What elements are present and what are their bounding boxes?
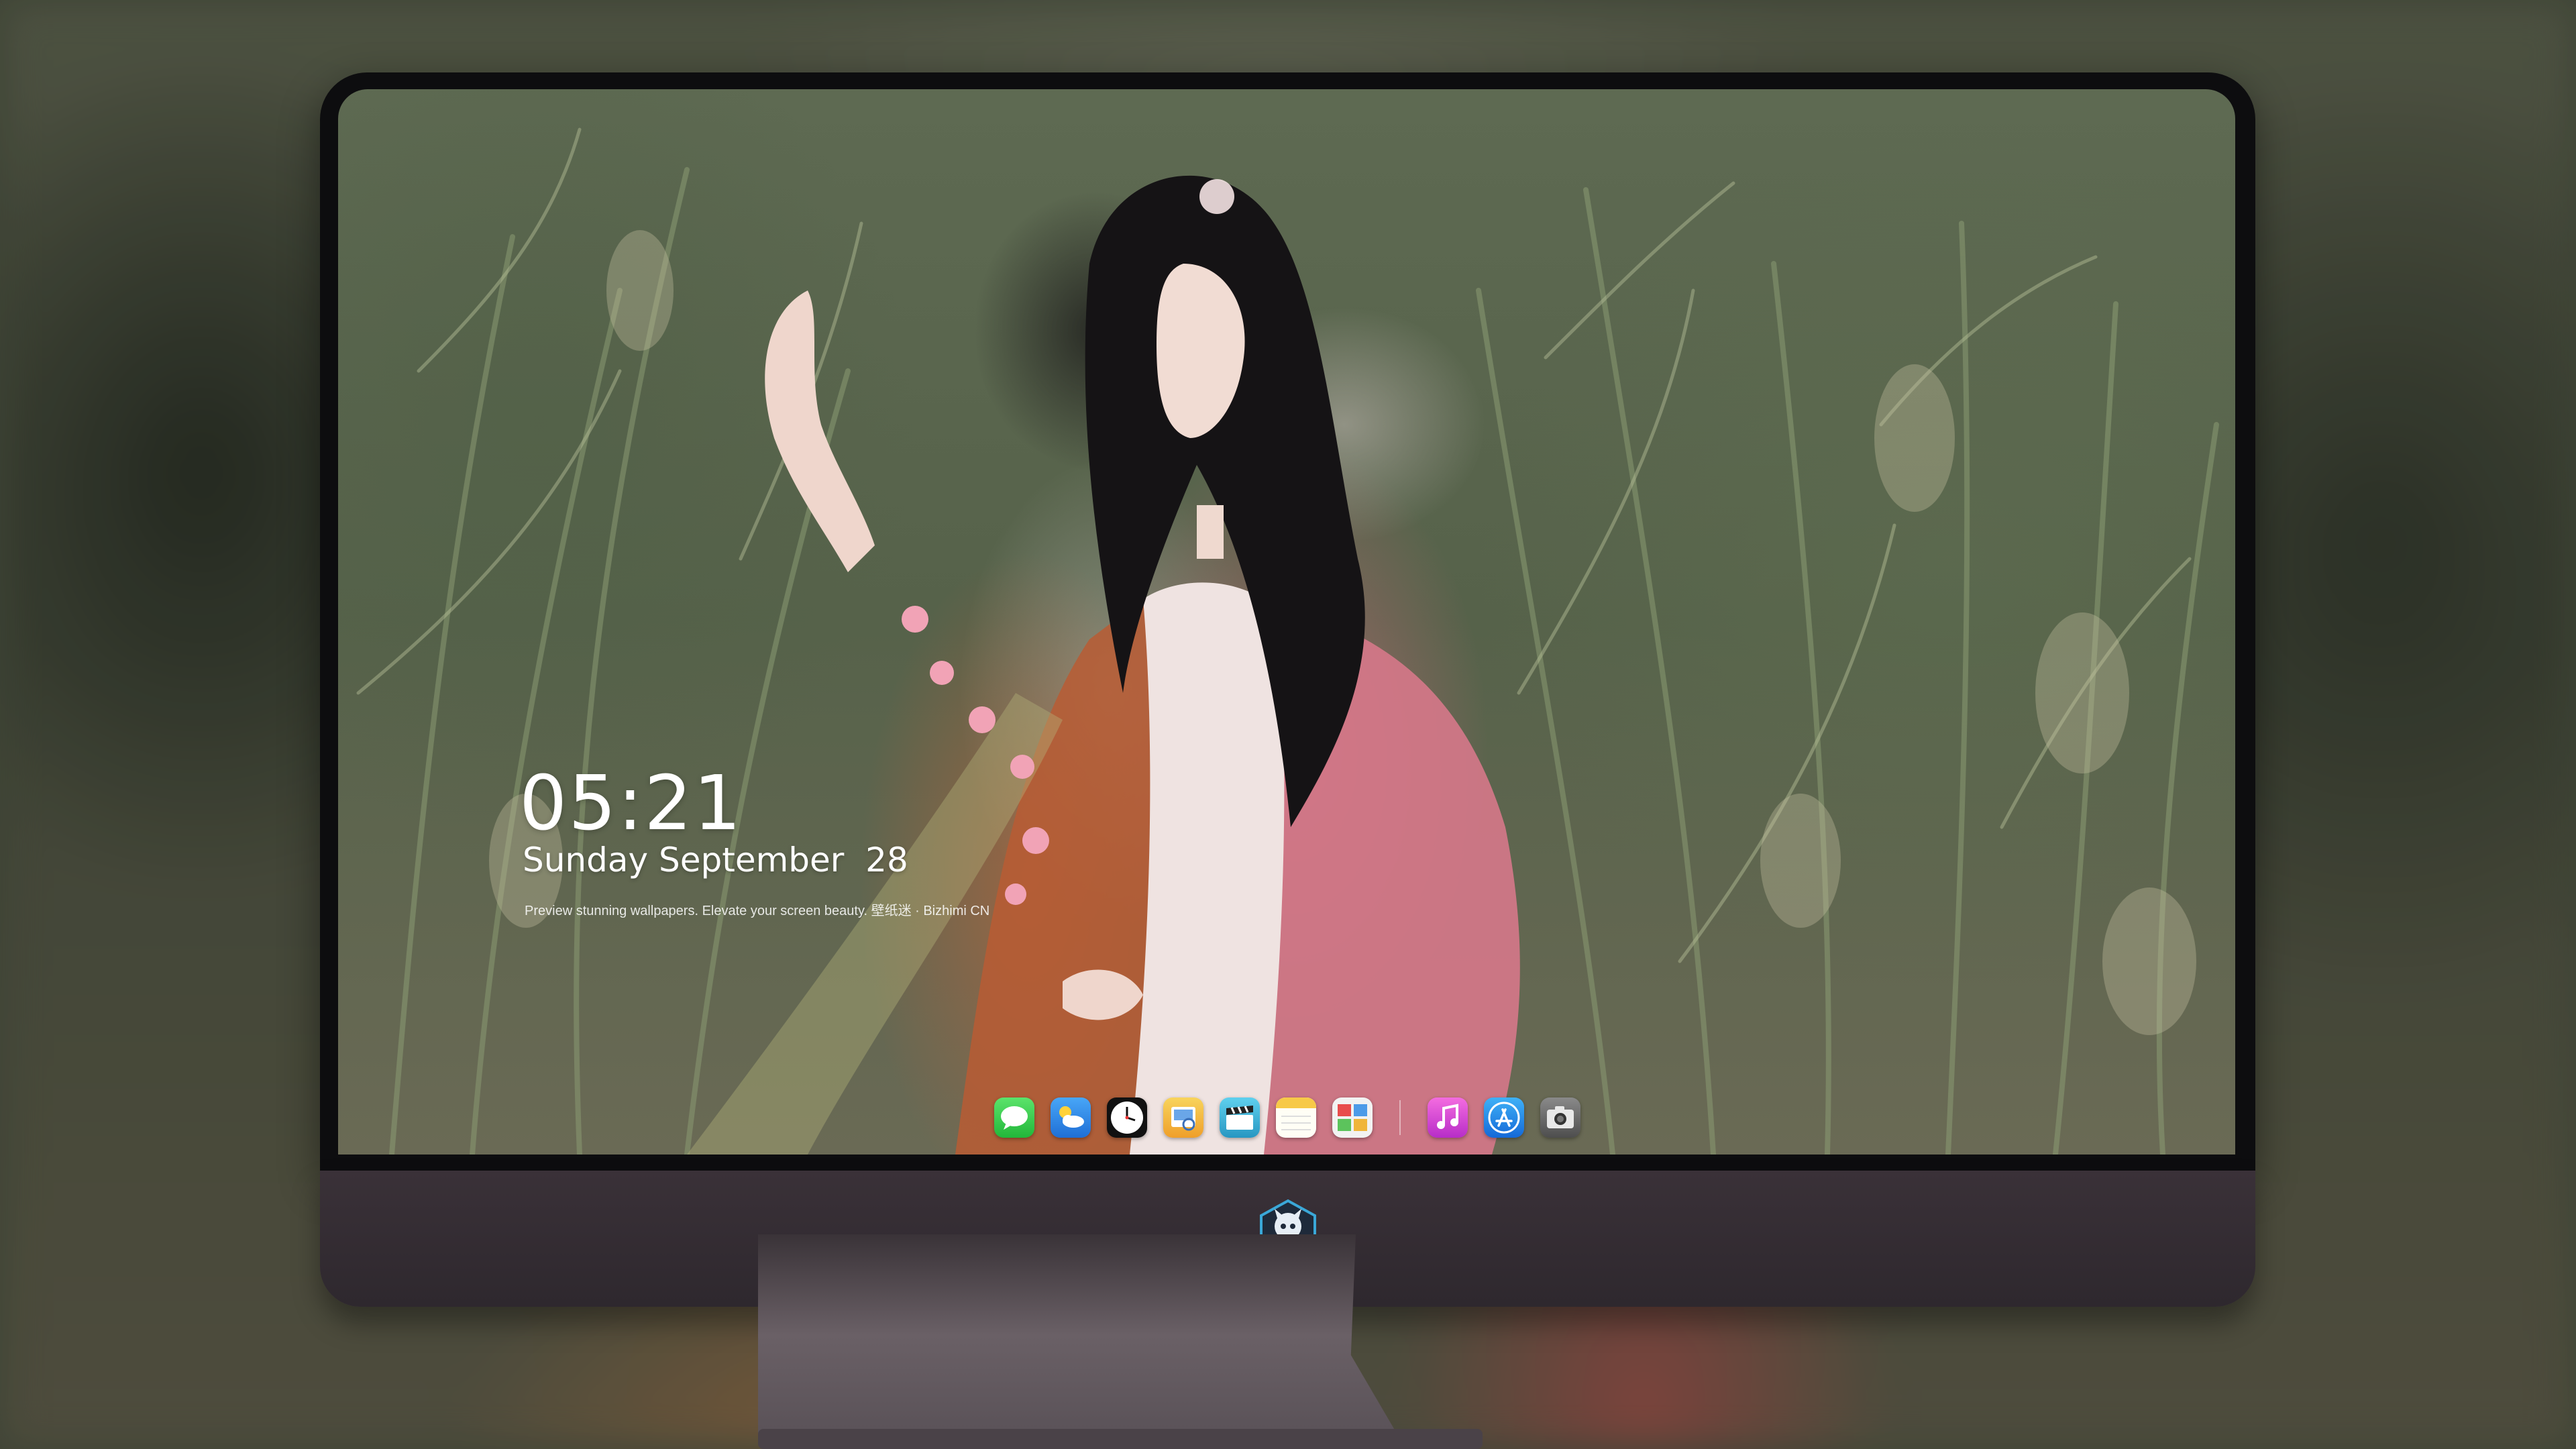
wallpaper-figure [687, 175, 1520, 1155]
lock-date: Sunday September 28 [523, 841, 908, 879]
dock-camera[interactable] [1540, 1097, 1580, 1138]
monitor-bezel: 05:21 Sunday September 28 Preview stunni… [320, 72, 2255, 1171]
dock-clock[interactable] [1107, 1097, 1147, 1138]
notes-icon [1276, 1097, 1316, 1130]
dock-preview[interactable] [1163, 1097, 1203, 1138]
preview-icon [1171, 1107, 1195, 1131]
lock-clock: 05:21 [519, 760, 743, 847]
clock-icon [1111, 1102, 1143, 1134]
dock [994, 1097, 1597, 1138]
weather-icon [1059, 1106, 1084, 1128]
monitor-stand [758, 1234, 1483, 1449]
dock-app-store[interactable] [1484, 1097, 1524, 1138]
dock-music[interactable] [1428, 1097, 1468, 1138]
dock-notes[interactable] [1276, 1097, 1316, 1138]
messages-icon [1001, 1106, 1028, 1130]
desktop-screen: 05:21 Sunday September 28 Preview stunni… [338, 89, 2235, 1155]
camera-icon [1547, 1106, 1574, 1128]
dock-photo-gallery[interactable] [1332, 1097, 1373, 1138]
dock-divider [1399, 1100, 1401, 1135]
app-store-icon [1488, 1102, 1520, 1134]
music-icon [1437, 1104, 1458, 1129]
clapper-icon [1226, 1106, 1253, 1130]
monitor: 05:21 Sunday September 28 Preview stunni… [320, 72, 2255, 1307]
dock-messages[interactable] [994, 1097, 1034, 1138]
dock-weather[interactable] [1051, 1097, 1091, 1138]
gallery-icon [1338, 1104, 1367, 1131]
wallpaper-caption: Preview stunning wallpapers. Elevate you… [525, 904, 990, 918]
dock-final-cut[interactable] [1220, 1097, 1260, 1138]
